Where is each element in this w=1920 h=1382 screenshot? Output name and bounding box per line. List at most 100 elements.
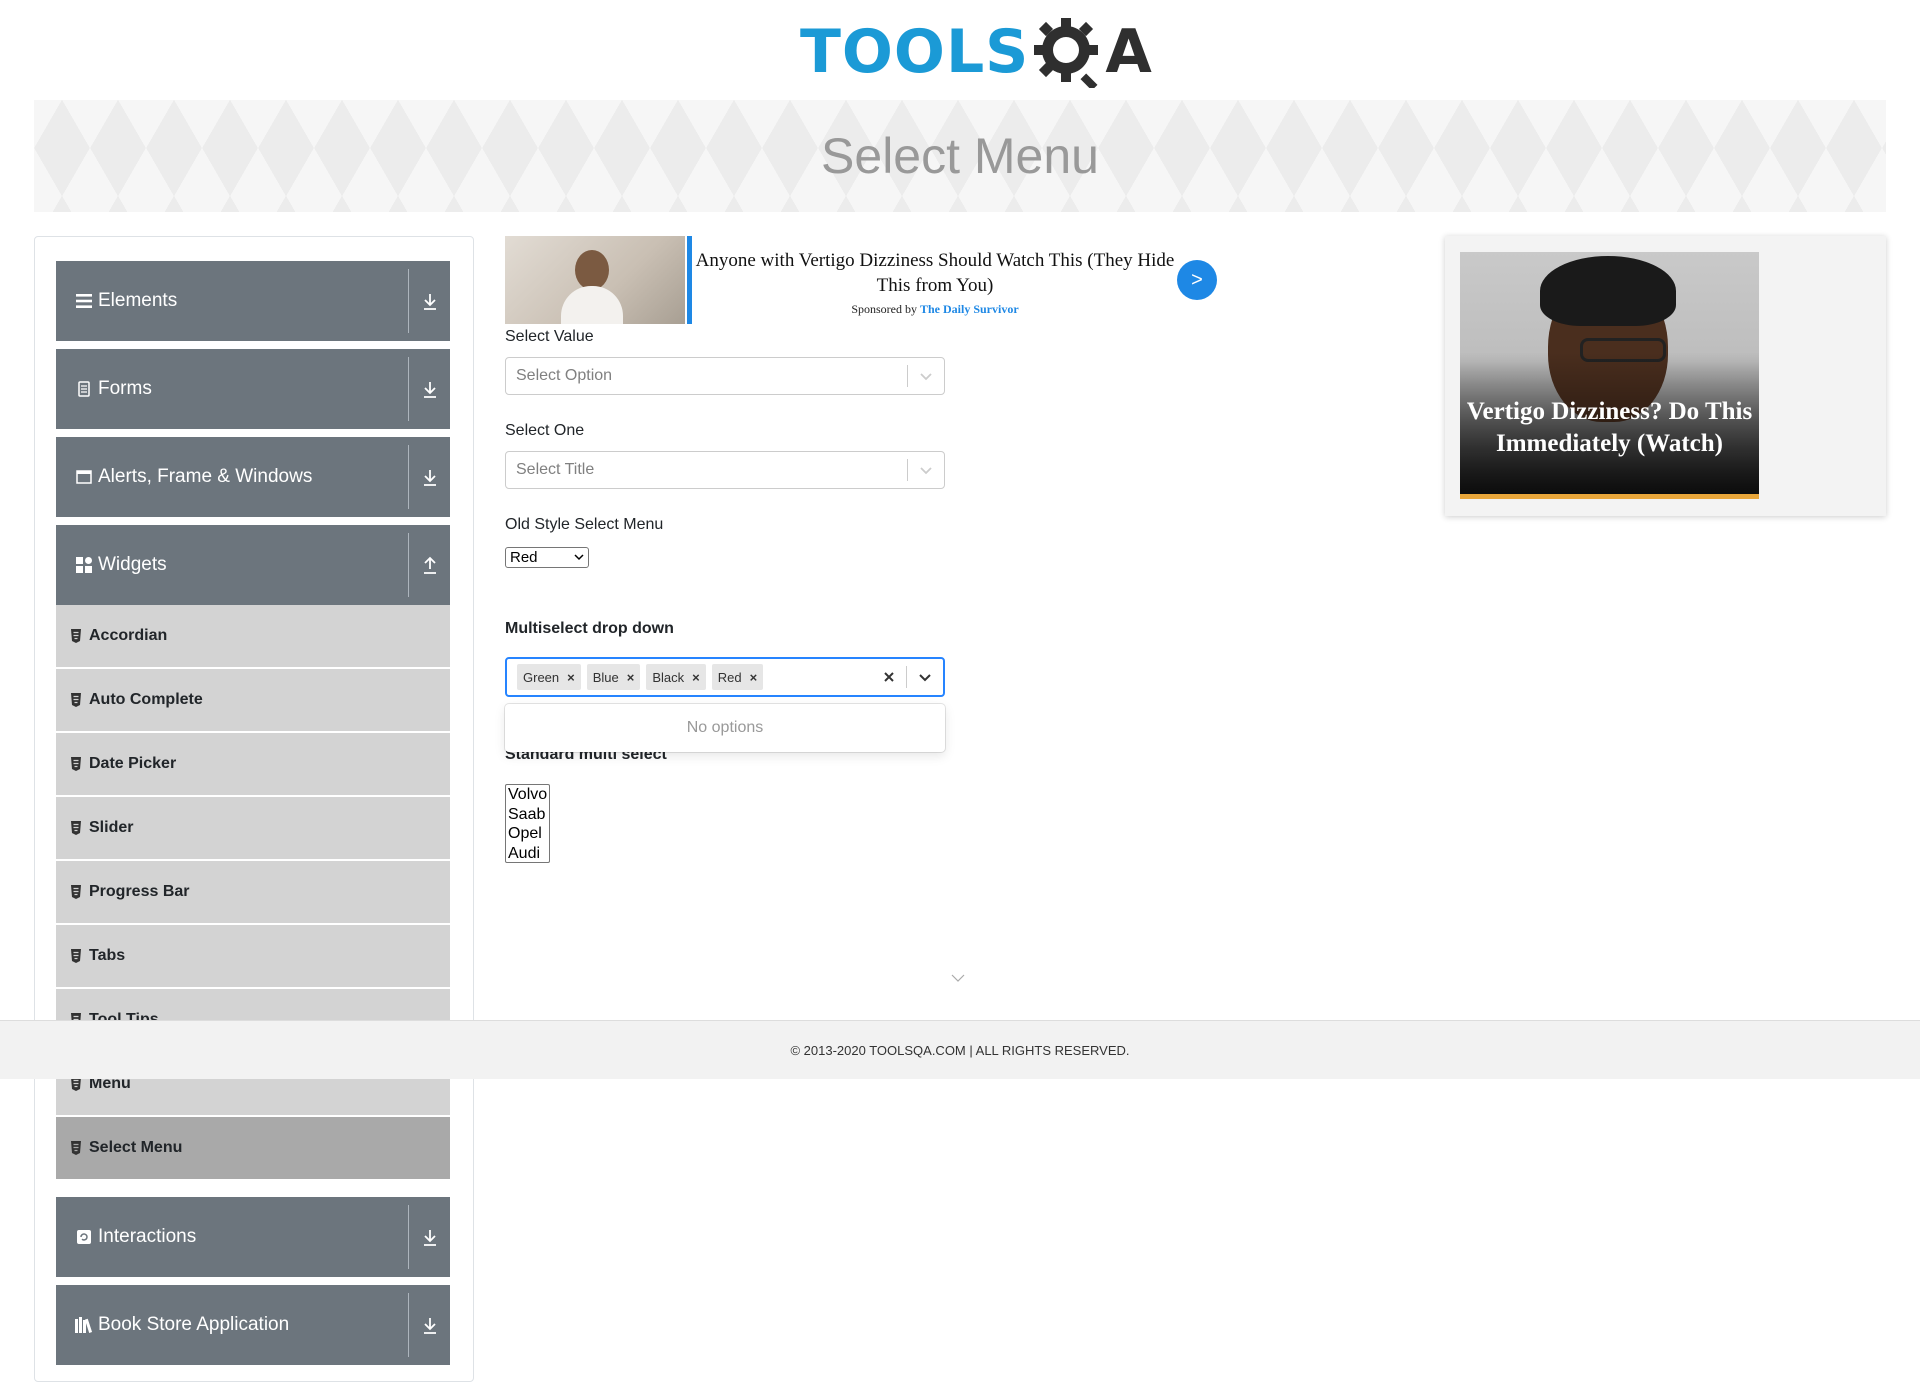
sidebar-item-select-menu[interactable]: Select Menu	[56, 1117, 450, 1179]
divider	[408, 445, 409, 509]
chevron-down-icon[interactable]	[907, 659, 943, 695]
multiselect-dropdown[interactable]: Green × Blue × Black × Red ×	[505, 657, 945, 697]
window-icon	[74, 470, 94, 484]
chevron-down-icon[interactable]	[908, 358, 944, 394]
divider	[408, 533, 409, 597]
footer: © 2013-2020 TOOLSQA.COM | ALL RIGHTS RES…	[0, 1020, 1920, 1079]
ad-headline[interactable]: Anyone with Vertigo Dizziness Should Wat…	[695, 248, 1175, 298]
books-icon	[74, 1317, 94, 1333]
select-value-dropdown[interactable]: Select Option	[505, 357, 945, 395]
sidebar-group-label: Book Store Application	[98, 1314, 290, 1335]
sidebar-group-label: Forms	[98, 378, 152, 399]
sidebar-group-widgets[interactable]: Widgets	[56, 525, 450, 605]
ad-go-button[interactable]: >	[1177, 260, 1217, 300]
old-style-select-value: Red	[510, 549, 538, 566]
chip-red: Red ×	[711, 664, 764, 690]
ad-accent-bar	[687, 236, 692, 324]
ad-accent-stripe	[1460, 494, 1759, 499]
side-ad-headline[interactable]: Vertigo Dizziness? Do This Immediately (…	[1460, 396, 1759, 460]
select-one-placeholder: Select Title	[516, 461, 595, 478]
gear-magnifier-icon	[1034, 18, 1099, 88]
page-title: Select Menu	[821, 128, 1099, 184]
chip-label: Red	[717, 669, 742, 685]
widgets-icon	[74, 557, 94, 573]
sidebar-item-label: Progress Bar	[89, 883, 190, 900]
interaction-icon	[74, 1230, 94, 1244]
sidebar-group-label: Interactions	[98, 1226, 197, 1247]
download-icon	[424, 470, 436, 486]
sponsored-ad-banner[interactable]: Anyone with Vertigo Dizziness Should Wat…	[505, 236, 1220, 324]
ad-sponsor: Sponsored by The Daily Survivor	[695, 302, 1175, 317]
divider	[408, 1293, 409, 1357]
select-one-label: Select One	[505, 422, 585, 439]
html5-icon	[71, 757, 81, 771]
sidebar-item-label: Tabs	[89, 947, 126, 964]
footer-copyright: © 2013-2020 TOOLSQA.COM | ALL RIGHTS RES…	[790, 1042, 1130, 1058]
option-volvo[interactable]: Volvo	[508, 785, 549, 805]
option-opel[interactable]: Opel	[508, 824, 549, 844]
page-banner: Select Menu	[34, 100, 1886, 212]
form-icon	[74, 381, 94, 397]
sidebar-item-label: Select Menu	[89, 1139, 183, 1156]
clear-all-icon[interactable]	[872, 659, 906, 695]
chip-remove-icon[interactable]: ×	[690, 664, 706, 690]
sidebar-group-alerts[interactable]: Alerts, Frame & Windows	[56, 437, 450, 517]
chip-black: Black ×	[646, 664, 706, 690]
download-icon	[424, 1230, 436, 1246]
list-icon	[74, 294, 94, 308]
old-style-select[interactable]: Red	[505, 547, 589, 568]
html5-icon	[71, 629, 81, 643]
sidebar-item-tabs[interactable]: Tabs	[56, 925, 450, 987]
sidebar-item-auto-complete[interactable]: Auto Complete	[56, 669, 450, 731]
sidebar-group-forms[interactable]: Forms	[56, 349, 450, 429]
download-icon	[424, 382, 436, 398]
chip-remove-icon[interactable]: ×	[748, 664, 764, 690]
sidebar-item-label: Date Picker	[89, 755, 177, 772]
select-one-dropdown[interactable]: Select Title	[505, 451, 945, 489]
sidebar-group-label: Elements	[98, 290, 178, 311]
sidebar-item-slider[interactable]: Slider	[56, 797, 450, 859]
option-audi[interactable]: Audi	[508, 844, 549, 864]
html5-icon	[71, 821, 81, 835]
multiselect-values: Green × Blue × Black × Red ×	[507, 664, 872, 690]
upload-icon	[424, 556, 436, 574]
html5-icon	[71, 693, 81, 707]
chip-label: Black	[652, 669, 685, 685]
html5-icon	[71, 949, 81, 963]
chip-remove-icon[interactable]: ×	[625, 664, 641, 690]
sidebar-item-accordian[interactable]: Accordian	[56, 605, 450, 667]
ad-sponsor-prefix: Sponsored by	[851, 302, 917, 316]
sidebar-group-elements[interactable]: Elements	[56, 261, 450, 341]
sidebar-item-label: Auto Complete	[89, 691, 203, 708]
sidebar-group-interactions[interactable]: Interactions	[56, 1197, 450, 1277]
html5-icon	[71, 1077, 81, 1091]
select-value-label: Select Value	[505, 328, 594, 345]
html5-icon	[71, 1141, 81, 1155]
html5-icon	[71, 885, 81, 899]
ad-thumbnail-image	[505, 236, 685, 324]
option-saab[interactable]: Saab	[508, 805, 549, 825]
sidebar-item-date-picker[interactable]: Date Picker	[56, 733, 450, 795]
old-style-select-label: Old Style Select Menu	[505, 516, 664, 533]
divider	[408, 1205, 409, 1269]
standard-multi-select[interactable]: Volvo Saab Opel Audi	[505, 784, 550, 863]
sidebar-item-label: Slider	[89, 819, 134, 836]
logo-qa: A	[1029, 16, 1152, 88]
chevron-down-icon[interactable]	[908, 452, 944, 488]
toolsqa-logo[interactable]: TOOLS A	[800, 14, 1153, 90]
select-value-placeholder: Select Option	[516, 367, 613, 384]
divider	[408, 357, 409, 421]
chevron-down-icon	[951, 974, 965, 982]
sidebar-group-book-store[interactable]: Book Store Application	[56, 1285, 450, 1365]
logo-text-a: A	[1105, 17, 1153, 87]
chip-remove-icon[interactable]: ×	[565, 664, 581, 690]
sidebar-item-progress-bar[interactable]: Progress Bar	[56, 861, 450, 923]
side-ad[interactable]: Vertigo Dizziness? Do This Immediately (…	[1445, 236, 1886, 516]
left-sidebar: Elements Forms Alerts, Frame & Windows W…	[34, 236, 474, 1382]
sidebar-group-label: Widgets	[98, 554, 167, 575]
ad-sponsor-name[interactable]: The Daily Survivor	[920, 302, 1019, 316]
sidebar-group-label: Alerts, Frame & Windows	[98, 466, 313, 487]
download-icon	[424, 294, 436, 310]
chevron-down-icon	[574, 554, 584, 561]
sidebar-item-label: Accordian	[89, 627, 168, 644]
